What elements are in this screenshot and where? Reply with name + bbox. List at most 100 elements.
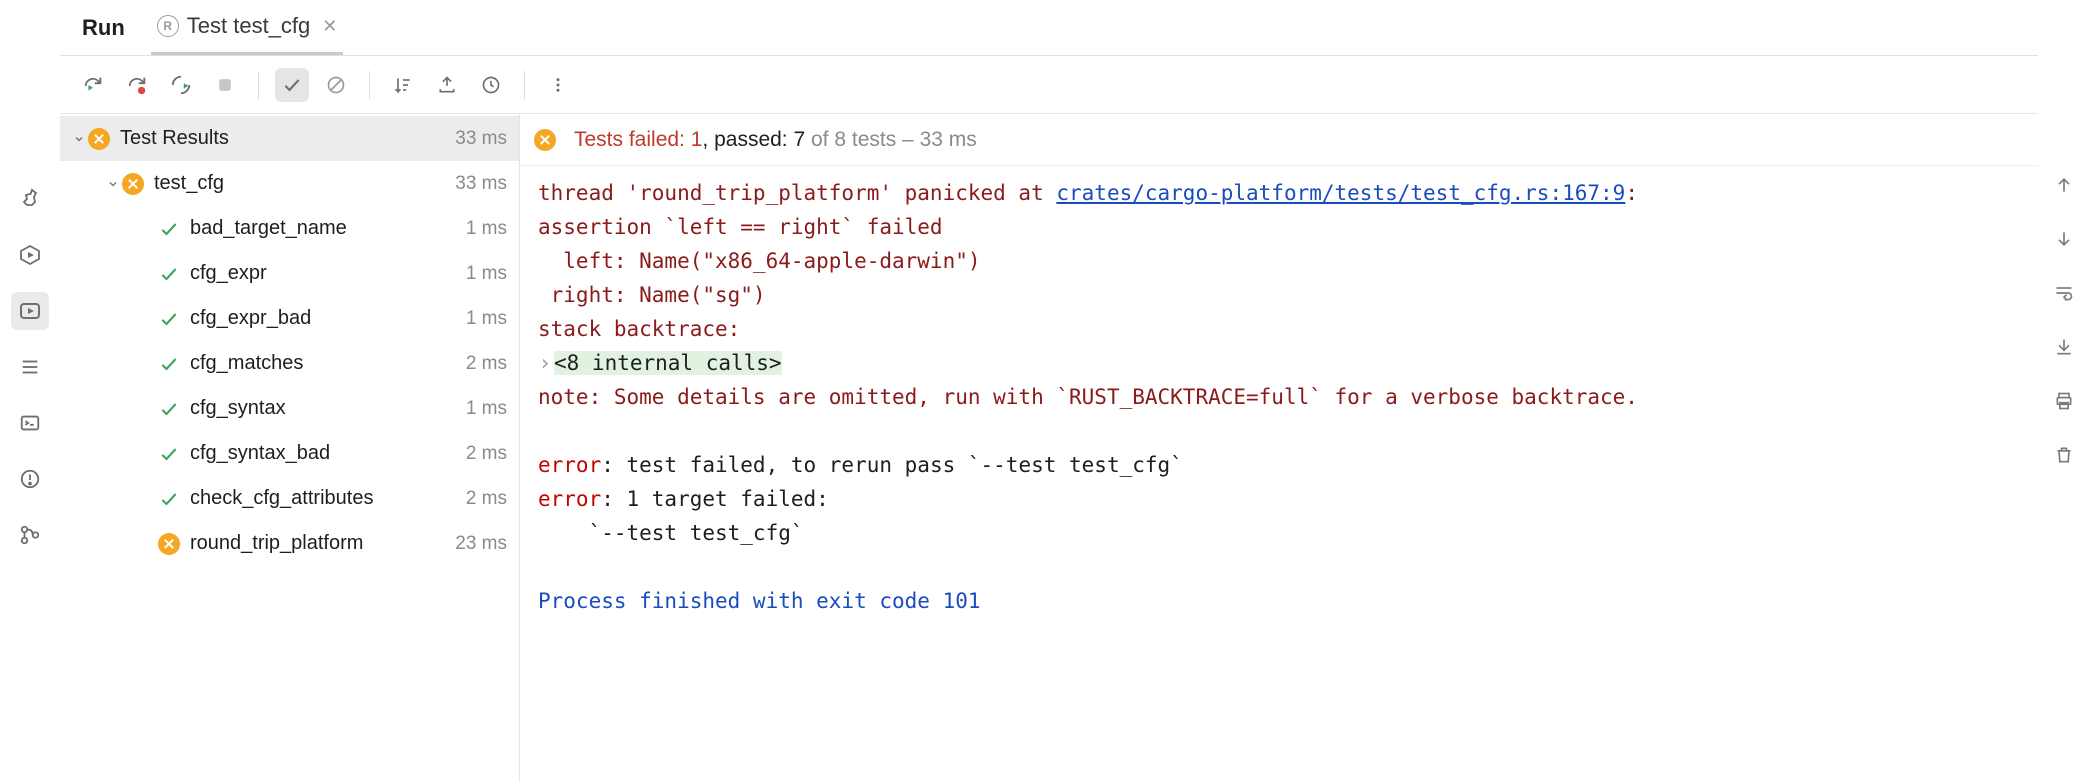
run-tool-icon[interactable] bbox=[11, 292, 49, 330]
terminal-tool-icon[interactable] bbox=[11, 404, 49, 442]
test-results-root[interactable]: Test Results 33 ms bbox=[60, 116, 519, 161]
sort-button[interactable] bbox=[386, 68, 420, 102]
pass-status-icon bbox=[158, 308, 180, 330]
print-icon[interactable] bbox=[2047, 384, 2081, 418]
exit-code-line: Process finished with exit code 101 bbox=[538, 589, 981, 613]
suite-time: 33 ms bbox=[455, 173, 507, 195]
tree-root-time: 33 ms bbox=[455, 128, 507, 150]
problems-tool-icon[interactable] bbox=[11, 460, 49, 498]
fail-status-icon bbox=[534, 129, 556, 151]
clear-all-icon[interactable] bbox=[2047, 438, 2081, 472]
pass-status-icon bbox=[158, 218, 180, 240]
console-actions bbox=[2038, 0, 2090, 782]
test-name: cfg_syntax_bad bbox=[190, 442, 466, 465]
test-name: round_trip_platform bbox=[190, 532, 455, 555]
show-ignored-toggle[interactable] bbox=[319, 68, 353, 102]
console-output[interactable]: thread 'round_trip_platform' panicked at… bbox=[520, 166, 2038, 782]
test-row[interactable]: bad_target_name1 ms bbox=[60, 206, 519, 251]
build-tool-icon[interactable] bbox=[11, 180, 49, 218]
import-tests-button[interactable] bbox=[430, 68, 464, 102]
toolbar-separator bbox=[258, 71, 259, 99]
test-row[interactable]: cfg_expr1 ms bbox=[60, 251, 519, 296]
chevron-down-icon[interactable] bbox=[70, 133, 88, 145]
run-tab-bar: Run R Test test_cfg ✕ bbox=[60, 0, 2038, 56]
more-options-button[interactable] bbox=[541, 68, 575, 102]
test-row[interactable]: cfg_syntax_bad2 ms bbox=[60, 431, 519, 476]
vcs-tool-icon[interactable] bbox=[11, 516, 49, 554]
test-name: cfg_matches bbox=[190, 352, 466, 375]
test-time: 1 ms bbox=[466, 263, 507, 285]
test-row[interactable]: round_trip_platform23 ms bbox=[60, 521, 519, 566]
rust-icon: R bbox=[157, 15, 179, 37]
show-passed-toggle[interactable] bbox=[275, 68, 309, 102]
test-history-button[interactable] bbox=[474, 68, 508, 102]
run-config-tab[interactable]: R Test test_cfg ✕ bbox=[151, 0, 344, 55]
close-tab-icon[interactable]: ✕ bbox=[322, 16, 337, 37]
stop-button[interactable] bbox=[208, 68, 242, 102]
test-row[interactable]: check_cfg_attributes2 ms bbox=[60, 476, 519, 521]
soft-wrap-icon[interactable] bbox=[2047, 276, 2081, 310]
down-stack-icon[interactable] bbox=[2047, 222, 2081, 256]
toggle-auto-test-button[interactable] bbox=[164, 68, 198, 102]
tree-root-label: Test Results bbox=[120, 127, 455, 150]
test-time: 2 ms bbox=[466, 488, 507, 510]
summary-total: of 8 tests – 33 ms bbox=[805, 128, 977, 151]
pass-status-icon bbox=[158, 353, 180, 375]
test-name: cfg_expr bbox=[190, 262, 466, 285]
test-tree: Test Results 33 ms test_cfg 33 ms bad_ta… bbox=[60, 114, 520, 782]
up-stack-icon[interactable] bbox=[2047, 168, 2081, 202]
test-time: 2 ms bbox=[466, 353, 507, 375]
console-line: `--test test_cfg` bbox=[538, 521, 804, 545]
run-toolbar bbox=[60, 56, 2038, 114]
test-name: bad_target_name bbox=[190, 217, 466, 240]
folded-region[interactable]: <8 internal calls> bbox=[554, 351, 782, 375]
console-line: assertion `left == right` failed bbox=[538, 215, 943, 239]
summary-passed: , passed: 7 bbox=[702, 128, 805, 151]
toolbar-separator bbox=[524, 71, 525, 99]
error-label: error bbox=[538, 453, 601, 477]
run-config-label: Test test_cfg bbox=[187, 13, 311, 39]
test-summary-bar: Tests failed: 1, passed: 7 of 8 tests – … bbox=[520, 114, 2038, 166]
pass-status-icon bbox=[158, 488, 180, 510]
toolbar-separator bbox=[369, 71, 370, 99]
left-tool-stripe bbox=[0, 0, 60, 782]
console-line: note: Some details are omitted, run with… bbox=[538, 385, 1638, 409]
test-row[interactable]: cfg_expr_bad1 ms bbox=[60, 296, 519, 341]
test-time: 1 ms bbox=[466, 218, 507, 240]
pass-status-icon bbox=[158, 443, 180, 465]
source-link[interactable]: crates/cargo-platform/tests/test_cfg.rs:… bbox=[1056, 181, 1625, 205]
summary-failed: Tests failed: 1 bbox=[574, 128, 702, 151]
test-name: cfg_syntax bbox=[190, 397, 466, 420]
console-line: left: Name("x86_64-apple-darwin") bbox=[538, 249, 981, 273]
test-row[interactable]: cfg_syntax1 ms bbox=[60, 386, 519, 431]
chevron-down-icon[interactable] bbox=[104, 178, 122, 190]
test-time: 1 ms bbox=[466, 308, 507, 330]
pass-status-icon bbox=[158, 398, 180, 420]
run-content: Test Results 33 ms test_cfg 33 ms bad_ta… bbox=[60, 114, 2038, 782]
test-time: 23 ms bbox=[455, 533, 507, 555]
fold-icon[interactable]: › bbox=[538, 346, 552, 380]
test-time: 2 ms bbox=[466, 443, 507, 465]
fail-status-icon bbox=[122, 173, 144, 195]
fail-status-icon bbox=[158, 533, 180, 555]
console-line: right: Name("sg") bbox=[538, 283, 766, 307]
error-label: error bbox=[538, 487, 601, 511]
suite-label: test_cfg bbox=[154, 172, 455, 195]
test-name: cfg_expr_bad bbox=[190, 307, 466, 330]
test-name: check_cfg_attributes bbox=[190, 487, 466, 510]
fail-status-icon bbox=[88, 128, 110, 150]
services-tool-icon[interactable] bbox=[11, 236, 49, 274]
scroll-to-end-icon[interactable] bbox=[2047, 330, 2081, 364]
test-time: 1 ms bbox=[466, 398, 507, 420]
pass-status-icon bbox=[158, 263, 180, 285]
console-line: stack backtrace: bbox=[538, 317, 740, 341]
run-title: Run bbox=[74, 15, 133, 41]
console-area: Tests failed: 1, passed: 7 of 8 tests – … bbox=[520, 114, 2038, 782]
console-line: thread 'round_trip_platform' panicked at bbox=[538, 181, 1056, 205]
test-suite-row[interactable]: test_cfg 33 ms bbox=[60, 161, 519, 206]
run-tool-window: Run R Test test_cfg ✕ bbox=[60, 0, 2038, 782]
structure-tool-icon[interactable] bbox=[11, 348, 49, 386]
test-row[interactable]: cfg_matches2 ms bbox=[60, 341, 519, 386]
rerun-button[interactable] bbox=[76, 68, 110, 102]
rerun-failed-button[interactable] bbox=[120, 68, 154, 102]
